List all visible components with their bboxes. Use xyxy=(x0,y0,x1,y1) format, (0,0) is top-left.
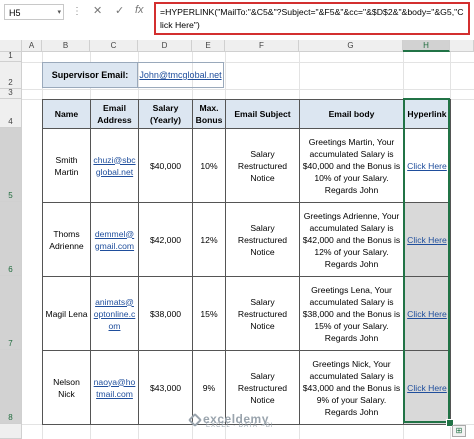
cell-hyperlink[interactable]: Click Here xyxy=(403,202,451,277)
cell-name[interactable]: Nelson Nick xyxy=(42,350,91,425)
table-row: Thoms Adrienne demmel@gmail.com $42,000 … xyxy=(42,202,451,277)
cell-name[interactable]: Smith Martin xyxy=(42,128,91,203)
click-here-link[interactable]: Click Here xyxy=(407,383,447,393)
email-link[interactable]: chuzi@sbcglobal.net xyxy=(93,155,135,177)
click-here-link[interactable]: Click Here xyxy=(407,161,447,171)
column-header-f[interactable]: F xyxy=(225,40,299,52)
cell-hyperlink[interactable]: Click Here xyxy=(403,350,451,425)
column-header-d[interactable]: D xyxy=(138,40,192,52)
row-header-4[interactable]: 4 xyxy=(0,99,22,128)
cell-subject[interactable]: Salary Restructured Notice xyxy=(225,276,300,351)
chevron-down-icon[interactable]: ▾ xyxy=(57,5,61,21)
enter-icon[interactable]: ✓ xyxy=(115,4,124,17)
cell-email[interactable]: naoya@hotmail.com xyxy=(90,350,139,425)
cell-email[interactable]: animats@optonline.com xyxy=(90,276,139,351)
header-name: Name xyxy=(42,99,91,129)
cell-bonus[interactable]: 15% xyxy=(192,276,226,351)
email-link[interactable]: naoya@hotmail.com xyxy=(94,377,136,399)
formula-bar-area: H5 ▾ ⋮ ✕ ✓ fx =HYPERLINK("MailTo:"&C5&"?S… xyxy=(0,0,474,41)
cell-subject[interactable]: Salary Restructured Notice xyxy=(225,128,300,203)
employee-table: Name Email Address Salary (Yearly) Max. … xyxy=(42,99,451,425)
row-header-5[interactable]: 5 xyxy=(0,128,22,202)
header-max-bonus: Max. Bonus xyxy=(192,99,226,129)
email-link[interactable]: animats@optonline.com xyxy=(94,297,136,331)
cell-name[interactable]: Magil Lena xyxy=(42,276,91,351)
cell-salary[interactable]: $40,000 xyxy=(138,128,193,203)
header-email-address: Email Address xyxy=(90,99,139,129)
row-header-9[interactable] xyxy=(0,424,22,439)
column-header-b[interactable]: B xyxy=(42,40,90,52)
name-box-value: H5 xyxy=(9,8,21,18)
row-header-3[interactable]: 3 xyxy=(0,88,22,99)
cell-email[interactable]: demmel@gmail.com xyxy=(90,202,139,277)
email-link[interactable]: demmel@gmail.com xyxy=(95,229,134,251)
cell-body[interactable]: Greetings Lena, Your accumulated Salary … xyxy=(299,276,404,351)
column-header-a[interactable]: A xyxy=(22,40,42,52)
row-header-7[interactable]: 7 xyxy=(0,276,22,350)
cell-hyperlink[interactable]: Click Here xyxy=(403,276,451,351)
header-email-subject: Email Subject xyxy=(225,99,300,129)
row-header-1[interactable]: 1 xyxy=(0,51,22,62)
cancel-icon[interactable]: ✕ xyxy=(93,4,102,17)
more-icon: ⋮ xyxy=(72,6,83,17)
click-here-link[interactable]: Click Here xyxy=(407,235,447,245)
table-header-row: Name Email Address Salary (Yearly) Max. … xyxy=(42,99,451,129)
supervisor-email-label: Supervisor Email: xyxy=(42,62,138,88)
quick-analysis-icon[interactable]: ⊞ xyxy=(452,425,466,437)
table-row: Magil Lena animats@optonline.com $38,000… xyxy=(42,276,451,351)
cell-email[interactable]: chuzi@sbcglobal.net xyxy=(90,128,139,203)
column-header-g[interactable]: G xyxy=(299,40,403,52)
insert-function-icon[interactable]: fx xyxy=(135,4,144,16)
formula-input[interactable]: =HYPERLINK("MailTo:"&C5&"?Subject="&F5&"… xyxy=(154,2,470,35)
cell-salary[interactable]: $42,000 xyxy=(138,202,193,277)
exceldemy-logo-icon xyxy=(187,412,203,428)
exceldemy-watermark: exceldemy EXCEL · DATA · BI xyxy=(187,412,274,429)
cell-body[interactable]: Greetings Martin, Your accumulated Salar… xyxy=(299,128,404,203)
row-header-6[interactable]: 6 xyxy=(0,202,22,276)
header-salary: Salary (Yearly) xyxy=(138,99,193,129)
column-header-i[interactable] xyxy=(450,40,474,52)
column-header-c[interactable]: C xyxy=(90,40,138,52)
click-here-link[interactable]: Click Here xyxy=(407,309,447,319)
row-header-2[interactable]: 2 xyxy=(0,62,22,89)
column-header-e[interactable]: E xyxy=(192,40,225,52)
header-email-body: Email body xyxy=(299,99,404,129)
column-header-h[interactable]: H xyxy=(403,40,450,52)
table-row: Smith Martin chuzi@sbcglobal.net $40,000… xyxy=(42,128,451,203)
cell-subject[interactable]: Salary Restructured Notice xyxy=(225,202,300,277)
name-box[interactable]: H5 ▾ xyxy=(4,4,64,20)
row-header-8[interactable]: 8 xyxy=(0,350,22,424)
cell-name[interactable]: Thoms Adrienne xyxy=(42,202,91,277)
cell-body[interactable]: Greetings Adrienne, Your accumulated Sal… xyxy=(299,202,404,277)
supervisor-email-link[interactable]: John@tmcglobal.net xyxy=(138,62,224,88)
cell-bonus[interactable]: 12% xyxy=(192,202,226,277)
cell-body[interactable]: Greetings Nick, Your accumulated Salary … xyxy=(299,350,404,425)
cell-bonus[interactable]: 10% xyxy=(192,128,226,203)
cell-salary[interactable]: $38,000 xyxy=(138,276,193,351)
cell-salary[interactable]: $43,000 xyxy=(138,350,193,425)
watermark-tagline: EXCEL · DATA · BI xyxy=(206,423,274,429)
cell-hyperlink[interactable]: Click Here xyxy=(403,128,451,203)
header-hyperlink: Hyperlink xyxy=(403,99,451,129)
